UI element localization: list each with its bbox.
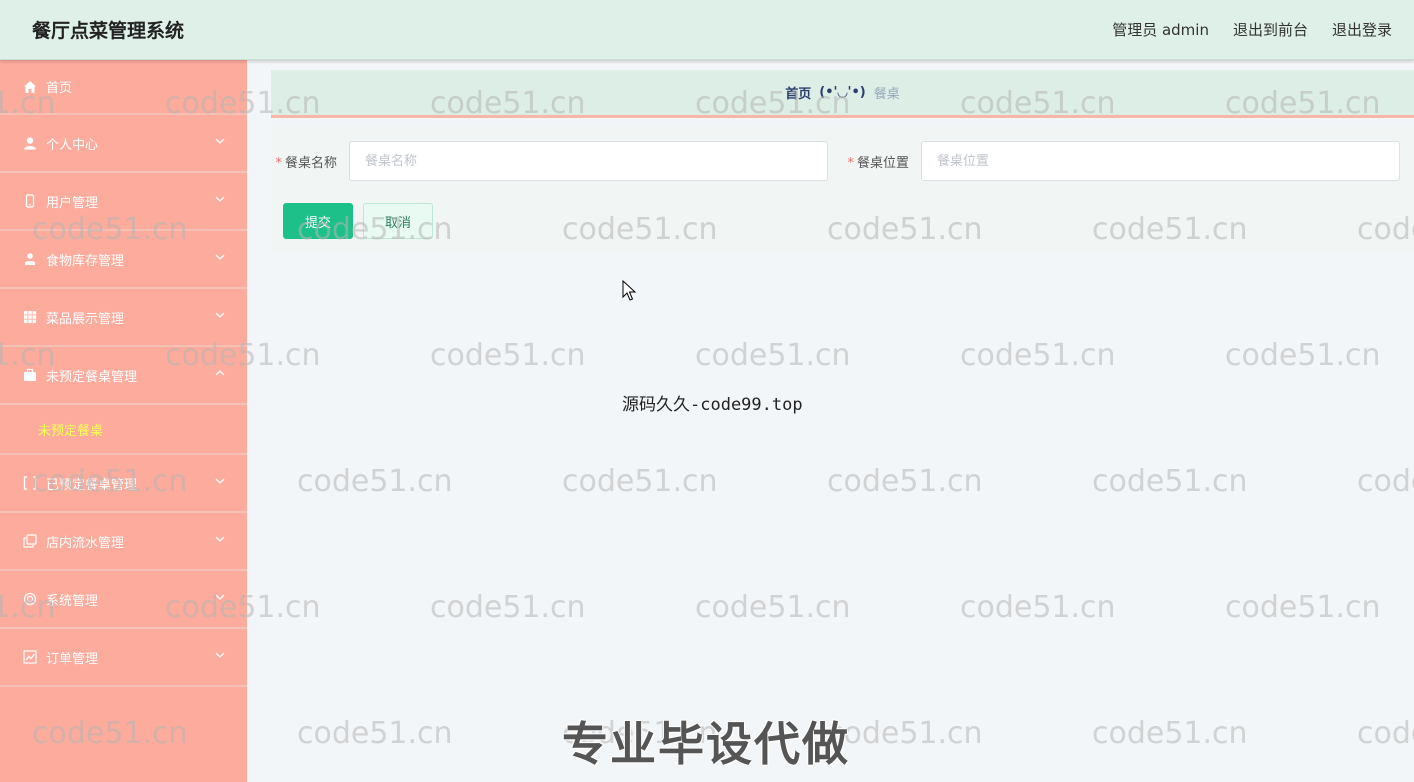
- sidebar-item-label: 食物库存管理: [46, 253, 125, 269]
- sidebar-item-label: 用户管理: [46, 195, 99, 211]
- watermark-text: code51.cn: [695, 590, 851, 625]
- sidebar-item-personal-center[interactable]: 个人中心: [0, 115, 247, 173]
- watermark-text: code51.cn: [1357, 716, 1414, 751]
- submenu-item-unreserved-table[interactable]: 未预定餐桌: [0, 405, 247, 455]
- sidebar-item-label: 店内流水管理: [46, 535, 125, 551]
- sidebar-item-user-management[interactable]: 用户管理: [0, 173, 247, 231]
- watermark-text: code51.cn: [1357, 464, 1414, 499]
- watermark-text: code51.cn: [695, 338, 851, 373]
- target-icon: [22, 591, 38, 607]
- current-user-label: 管理员 admin: [1112, 21, 1209, 39]
- user-icon: [22, 135, 38, 151]
- source-overlay-text: 源码久久-code99.top: [622, 395, 803, 415]
- chart-icon: [22, 649, 38, 665]
- mouse-cursor-icon: [622, 280, 636, 301]
- breadcrumb: 首页 (•'◡'•) 餐桌: [271, 70, 1414, 118]
- watermark-text: code51.cn: [1092, 716, 1248, 751]
- grid-icon: [22, 309, 38, 325]
- table-location-label-text: 餐桌位置: [856, 155, 909, 171]
- watermark-text: code51.cn: [1092, 464, 1248, 499]
- submit-button[interactable]: 提交: [283, 203, 353, 239]
- table-name-label: * 餐桌名称: [271, 152, 349, 171]
- table-location-input[interactable]: [921, 141, 1400, 181]
- chevron-down-icon: [215, 536, 225, 542]
- chevron-down-icon: [215, 196, 225, 202]
- sidebar-item-label: 个人中心: [46, 137, 99, 153]
- watermark-text: code51.cn: [827, 716, 983, 751]
- home-icon: [22, 79, 38, 95]
- watermark-text: code51.cn: [430, 338, 586, 373]
- top-header: 餐厅点菜管理系统 管理员 admin 退出到前台 退出登录: [0, 0, 1414, 60]
- watermark-text: code51.cn: [960, 590, 1116, 625]
- sidebar-item-unreserved-tables[interactable]: 未预定餐桌管理: [0, 347, 247, 405]
- copy-icon: [22, 533, 38, 549]
- sidebar-item-home[interactable]: 首页: [0, 60, 247, 115]
- watermark-text: code51.cn: [562, 464, 718, 499]
- person-icon: [22, 251, 38, 267]
- chevron-up-icon: [215, 370, 225, 376]
- chevron-down-icon: [215, 138, 225, 144]
- sidebar-item-store-flow[interactable]: 店内流水管理: [0, 513, 247, 571]
- sidebar-item-dish-display[interactable]: 菜品展示管理: [0, 289, 247, 347]
- app-title: 餐厅点菜管理系统: [32, 20, 185, 42]
- sidebar-item-label: 订单管理: [46, 651, 99, 667]
- form-row-location: * 餐桌位置: [843, 141, 1400, 181]
- sidebar-item-food-stock[interactable]: 食物库存管理: [0, 231, 247, 289]
- sidebar-item-order-management[interactable]: 订单管理: [0, 629, 247, 687]
- watermark-text: code51.cn: [960, 338, 1116, 373]
- sidebar-item-system-management[interactable]: 系统管理: [0, 571, 247, 629]
- logout-link[interactable]: 退出登录: [1332, 19, 1392, 40]
- sidebar-item-label: 菜品展示管理: [46, 311, 125, 327]
- breadcrumb-separator: (•'◡'•): [819, 85, 866, 100]
- submenu-item-label: 未预定餐桌: [38, 423, 104, 439]
- table-name-label-text: 餐桌名称: [284, 155, 337, 171]
- sidebar-menu: 首页 个人中心 用户管理 食物库存管理 菜品展示管理 未预定餐桌管理 未预定餐桌…: [0, 60, 247, 782]
- watermark-text: code51.cn: [1225, 338, 1381, 373]
- sidebar-item-label: 未预定餐桌管理: [46, 369, 138, 385]
- chevron-down-icon: [215, 478, 225, 484]
- required-mark: *: [275, 155, 282, 171]
- brackets-icon: [22, 475, 38, 491]
- phone-icon: [22, 193, 38, 209]
- table-form: *餐桌名称 *餐桌位置 提交 取消: [271, 126, 1414, 252]
- exit-to-front-link[interactable]: 退出到前台: [1233, 19, 1308, 40]
- cancel-button[interactable]: 取消: [363, 203, 433, 239]
- sidebar-item-label: 已预定餐桌管理: [46, 477, 138, 493]
- breadcrumb-home-link[interactable]: 首页: [785, 83, 811, 102]
- watermark-text: code51.cn: [430, 590, 586, 625]
- sidebar-item-label: 系统管理: [46, 593, 99, 609]
- chevron-down-icon: [215, 652, 225, 658]
- sidebar-item-label: 首页: [46, 81, 73, 96]
- sidebar-item-reserved-tables[interactable]: 已预定餐桌管理: [0, 455, 247, 513]
- table-location-label: * 餐桌位置: [843, 152, 921, 171]
- chevron-down-icon: [215, 312, 225, 318]
- table-name-input[interactable]: [349, 141, 828, 181]
- promo-overlay-text: 专业毕设代做: [562, 717, 850, 771]
- form-row-name: * 餐桌名称: [271, 141, 828, 181]
- watermark-text: code51.cn: [827, 464, 983, 499]
- required-mark: *: [847, 155, 854, 171]
- watermark-text: code51.cn: [1225, 590, 1381, 625]
- watermark-text: code51.cn: [297, 716, 453, 751]
- breadcrumb-current: 餐桌: [873, 87, 900, 102]
- watermark-text: code51.cn: [297, 464, 453, 499]
- header-actions: 管理员 admin 退出到前台 退出登录: [1088, 19, 1392, 40]
- chevron-down-icon: [215, 254, 225, 260]
- briefcase-icon: [22, 367, 38, 383]
- chevron-down-icon: [215, 594, 225, 600]
